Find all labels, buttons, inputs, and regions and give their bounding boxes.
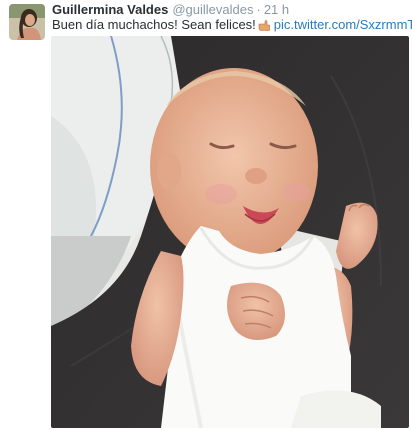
author-handle[interactable]: @guillevaldes — [172, 2, 253, 17]
tweet-text: Buen día muchachos! Sean felices! pic.tw… — [52, 17, 412, 32]
media-link[interactable]: pic.twitter.com/SxzrmmTjLj — [274, 17, 412, 32]
author-avatar[interactable] — [9, 4, 45, 40]
avatar-image — [9, 4, 45, 40]
tweet-timestamp[interactable]: 21 h — [264, 2, 289, 17]
tweet-card: Guillermina Valdes @guillevaldes · 21 h Bue… — [0, 0, 412, 430]
hand-pointing-icon — [258, 20, 270, 31]
tweet-header: Guillermina Valdes @guillevaldes · 21 h — [52, 2, 289, 17]
tweet-body: Buen día muchachos! Sean felices! — [52, 17, 256, 32]
separator-dot: · — [256, 2, 261, 17]
author-name[interactable]: Guillermina Valdes — [52, 2, 168, 17]
tweet-photo[interactable] — [51, 36, 409, 428]
baby-photo-image — [51, 36, 409, 428]
